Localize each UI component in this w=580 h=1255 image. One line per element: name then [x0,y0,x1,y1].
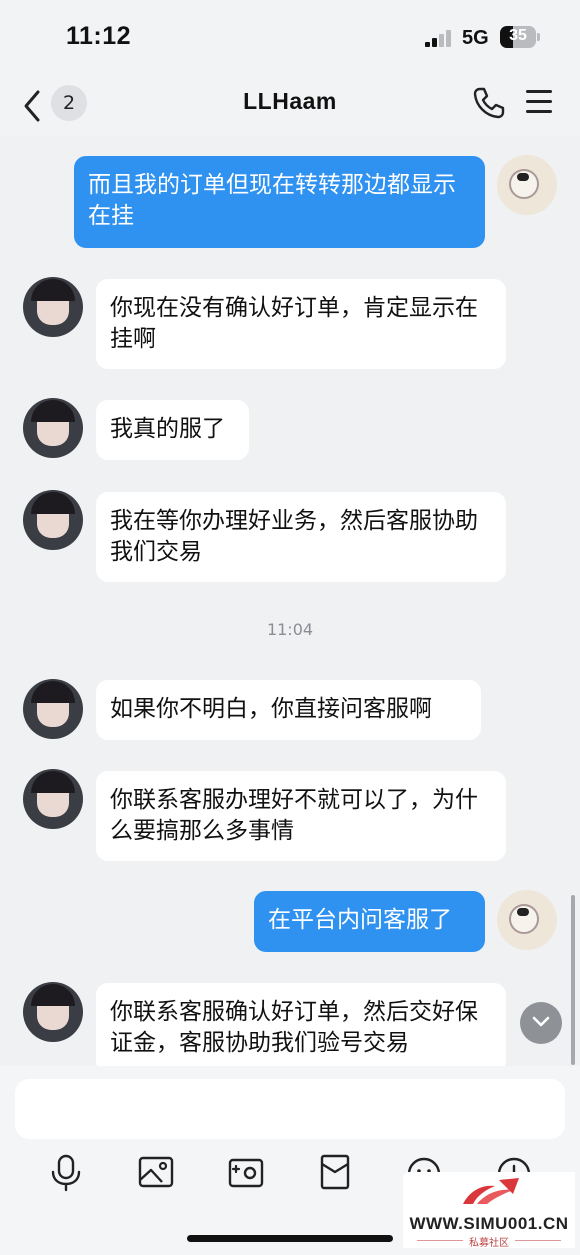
microphone-icon[interactable] [46,1152,86,1192]
avatar-contact[interactable] [23,982,83,1042]
message-input[interactable] [15,1079,565,1139]
message-bubble-incoming[interactable]: 我在等你办理好业务，然后客服协助我们交易 [96,492,506,582]
watermark: WWW.SIMU001.CN 私募社区 [403,1172,575,1249]
avatar-contact[interactable] [23,398,83,458]
message-bubble-incoming[interactable]: 你现在没有确认好订单，肯定显示在挂啊 [96,279,506,369]
network-type: 5G [462,27,489,49]
signal-icon [425,27,455,47]
home-indicator [187,1235,393,1242]
camera-icon[interactable] [226,1152,266,1192]
avatar-self[interactable] [497,155,557,215]
watermark-logo [463,1178,519,1204]
message-bubble-incoming[interactable]: 我真的服了 [96,400,249,460]
image-icon[interactable] [136,1152,176,1192]
menu-icon[interactable] [526,90,552,114]
battery-level: 35 [509,27,527,44]
phone-icon[interactable] [472,86,506,120]
avatar-contact[interactable] [23,490,83,550]
battery-tip [537,33,540,41]
avatar-contact[interactable] [23,679,83,739]
message-bubble-outgoing[interactable]: 在平台内问客服了 [254,891,485,952]
message-timestamp: 11:04 [266,620,314,639]
avatar-self[interactable] [497,890,557,950]
watermark-subtitle: 私募社区 [469,1238,509,1249]
message-bubble-incoming[interactable]: 你联系客服办理好不就可以了，为什么要搞那么多事情 [96,771,506,861]
message-bubble-incoming[interactable]: 如果你不明白，你直接问客服啊 [96,680,481,740]
status-time: 11:12 [66,22,132,50]
red-packet-icon[interactable] [315,1152,355,1192]
chevron-down-icon [532,1016,550,1027]
watermark-divider [515,1240,561,1241]
battery-icon: 35 [500,26,536,48]
message-bubble-outgoing[interactable]: 而且我的订单但现在转转那边都显示在挂 [74,156,485,248]
message-bubble-incoming[interactable]: 你联系客服确认好订单，然后交好保证金，客服协助我们验号交易 [96,983,506,1073]
avatar-contact[interactable] [23,769,83,829]
scroll-to-bottom-button[interactable] [520,1002,562,1044]
watermark-url: WWW.SIMU001.CN [409,1214,569,1233]
avatar-contact[interactable] [23,277,83,337]
status-bar: 11:12 5G 35 [0,0,580,78]
scrollbar[interactable] [571,895,575,1065]
